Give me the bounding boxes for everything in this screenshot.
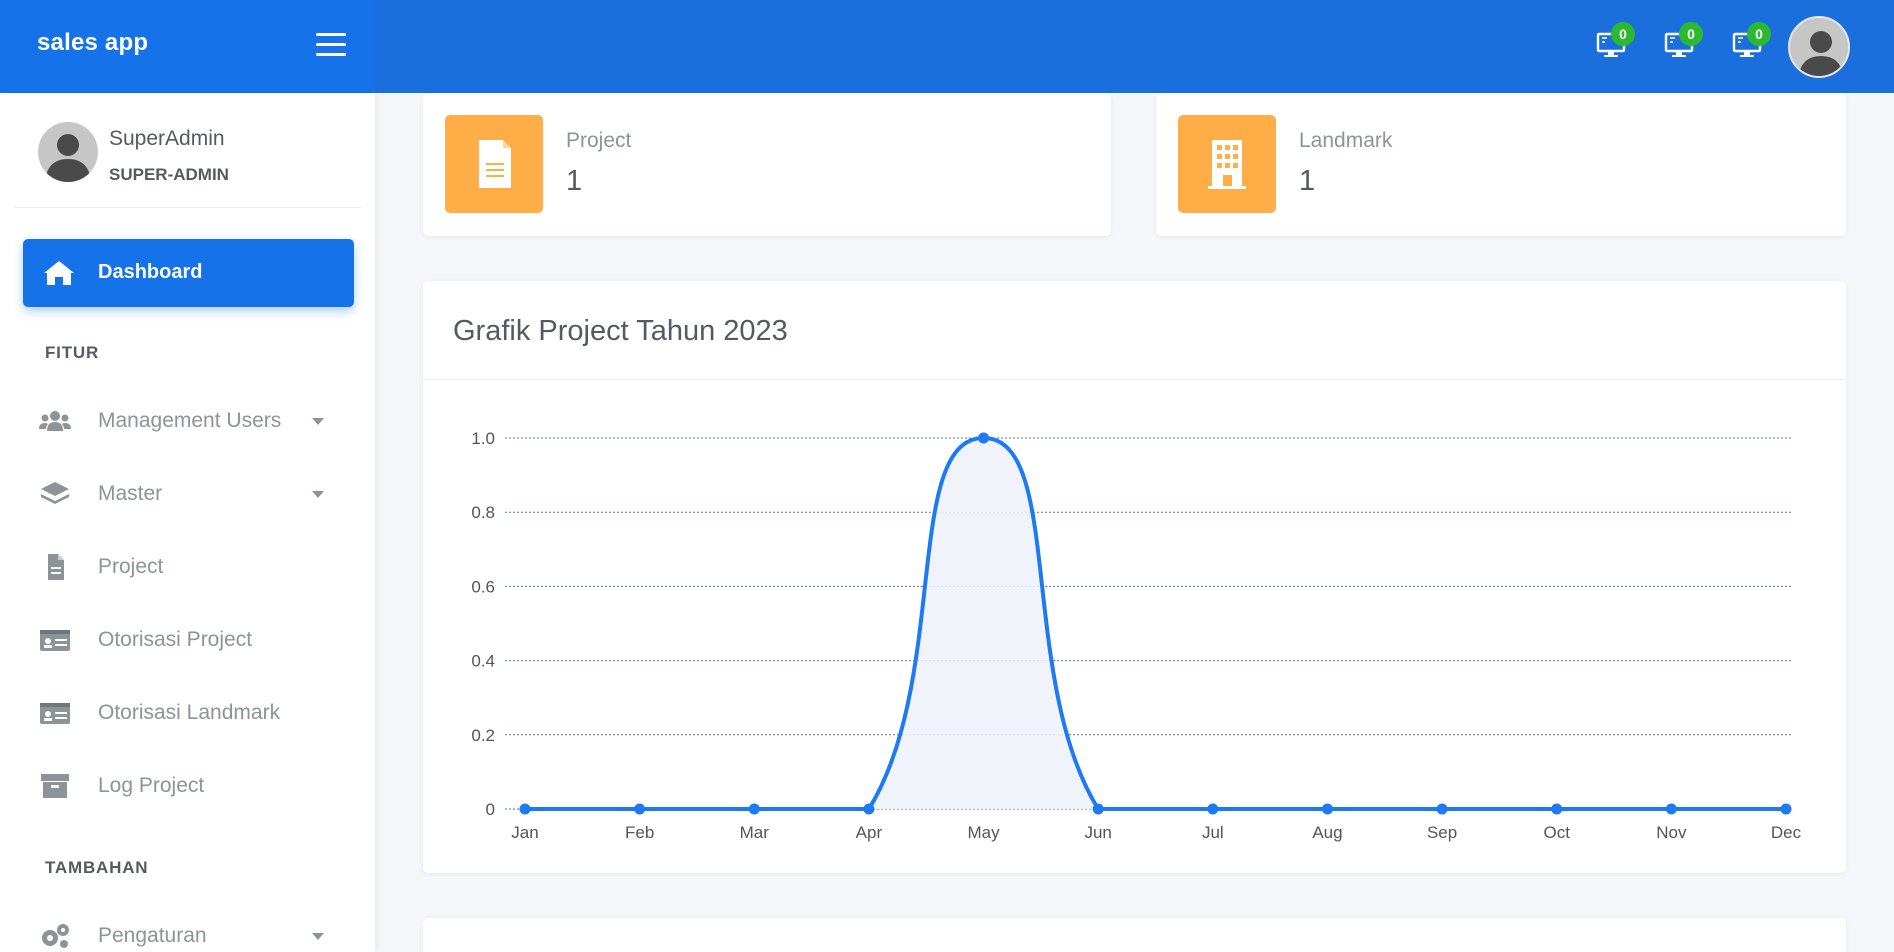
stat-card-project: Project 1	[423, 93, 1111, 236]
notification-badge: 0	[1747, 22, 1771, 46]
file-icon	[479, 140, 511, 188]
notification-button-1[interactable]: 0	[1595, 22, 1635, 64]
id-card-icon	[40, 703, 70, 724]
user-silhouette-icon	[1798, 31, 1844, 76]
sidebar-item-label: Master	[98, 482, 163, 505]
section-heading-fitur: FITUR	[45, 343, 100, 362]
sidebar-item-label: Log Project	[98, 774, 205, 797]
stat-card-landmark: Landmark 1	[1156, 93, 1846, 236]
notification-button-2[interactable]: 0	[1663, 22, 1703, 64]
layers-icon	[41, 482, 69, 504]
gears-icon	[42, 924, 69, 948]
x-tick-label: Dec	[1771, 823, 1802, 842]
y-tick-label: 0.4	[471, 652, 495, 671]
notification-badge: 0	[1611, 22, 1635, 46]
data-point	[1436, 803, 1448, 815]
data-point	[863, 803, 875, 815]
data-point	[519, 803, 531, 815]
sidebar-item-management-users[interactable]: Management Users	[23, 393, 354, 449]
series-area	[525, 438, 1786, 809]
sidebar-item-master[interactable]: Master	[23, 466, 354, 522]
chevron-down-icon	[312, 418, 324, 425]
data-point	[1665, 803, 1677, 815]
chevron-down-icon	[312, 491, 324, 498]
avatar[interactable]	[38, 122, 98, 182]
x-tick-label: Jul	[1202, 823, 1224, 842]
sidebar-item-log-project[interactable]: Log Project	[23, 758, 354, 814]
brand-header: sales app	[0, 0, 375, 93]
notification-button-3[interactable]: 0	[1731, 22, 1771, 64]
id-card-icon	[40, 630, 70, 651]
sidebar-item-label: Management Users	[98, 409, 282, 432]
y-tick-label: 0	[486, 800, 495, 819]
x-tick-label: Mar	[740, 823, 770, 842]
x-tick-label: Oct	[1544, 823, 1571, 842]
y-tick-label: 0.2	[471, 726, 495, 745]
stat-label: Landmark	[1299, 129, 1393, 152]
user-name: SuperAdmin	[109, 127, 225, 150]
data-point	[1092, 803, 1104, 815]
x-tick-label: Jan	[511, 823, 538, 842]
data-point	[1207, 803, 1219, 815]
series-line	[525, 435, 1786, 812]
data-point	[1780, 803, 1792, 815]
user-panel: SuperAdmin SUPER-ADMIN	[14, 93, 361, 208]
y-tick-label: 0.8	[471, 503, 495, 522]
x-tick-label: Jun	[1084, 823, 1111, 842]
app-title[interactable]: sales app	[37, 29, 148, 57]
users-icon	[39, 411, 71, 431]
archive-icon	[41, 774, 69, 798]
data-point	[1321, 803, 1333, 815]
stat-icon-box	[445, 115, 543, 213]
sidebar-item-dashboard[interactable]: Dashboard	[23, 239, 354, 307]
y-tick-label: 1.0	[471, 429, 495, 448]
data-point	[978, 432, 990, 444]
chevron-down-icon	[312, 933, 324, 940]
stat-label: Project	[566, 129, 632, 152]
file-icon	[48, 554, 64, 580]
line-chart: 0 0.2 0.4 0.6 0.8 1.0 Jan Feb Mar Apr May Jun Jul Aug…	[471, 429, 1802, 842]
home-icon	[44, 261, 74, 285]
profile-avatar[interactable]	[1788, 16, 1850, 78]
x-tick-label: Aug	[1312, 823, 1342, 842]
stat-icon-box	[1178, 115, 1276, 213]
user-silhouette-icon	[45, 134, 91, 182]
notification-badge: 0	[1679, 22, 1703, 46]
chart-card: Grafik Project Tahun 2023 0 0.2 0.4 0.6 0.8 1…	[423, 281, 1846, 873]
x-tick-label: Sep	[1427, 823, 1457, 842]
sidebar-item-label: Otorisasi Landmark	[98, 701, 281, 724]
sidebar-item-label: Project	[98, 555, 164, 578]
sidebar-item-pengaturan[interactable]: Pengaturan	[23, 908, 354, 952]
section-heading-tambahan: TAMBAHAN	[45, 858, 149, 877]
top-navbar: sales app 0 0 0	[0, 0, 1894, 93]
stat-value: 1	[566, 165, 583, 197]
sidebar-item-otorisasi-project[interactable]: Otorisasi Project	[23, 612, 354, 668]
data-point	[634, 803, 646, 815]
user-role: SUPER-ADMIN	[109, 165, 229, 184]
sidebar-item-label: Otorisasi Project	[98, 628, 253, 651]
menu-toggle-icon[interactable]	[316, 33, 346, 57]
content-card	[423, 918, 1846, 952]
sidebar-item-otorisasi-landmark[interactable]: Otorisasi Landmark	[23, 685, 354, 741]
data-point	[1551, 803, 1563, 815]
sidebar-item-label: Dashboard	[98, 261, 203, 283]
building-icon	[1208, 140, 1246, 189]
y-tick-label: 0.6	[471, 577, 495, 596]
stat-value: 1	[1299, 165, 1316, 197]
data-point	[748, 803, 760, 815]
x-tick-label: Nov	[1656, 823, 1687, 842]
sidebar-item-label: Pengaturan	[98, 924, 207, 947]
x-tick-label: May	[967, 823, 1000, 842]
sidebar-item-project[interactable]: Project	[23, 539, 354, 595]
sidebar: SuperAdmin SUPER-ADMIN Dashboard FITUR M…	[0, 93, 375, 952]
x-tick-label: Feb	[625, 823, 654, 842]
x-tick-label: Apr	[856, 823, 883, 842]
